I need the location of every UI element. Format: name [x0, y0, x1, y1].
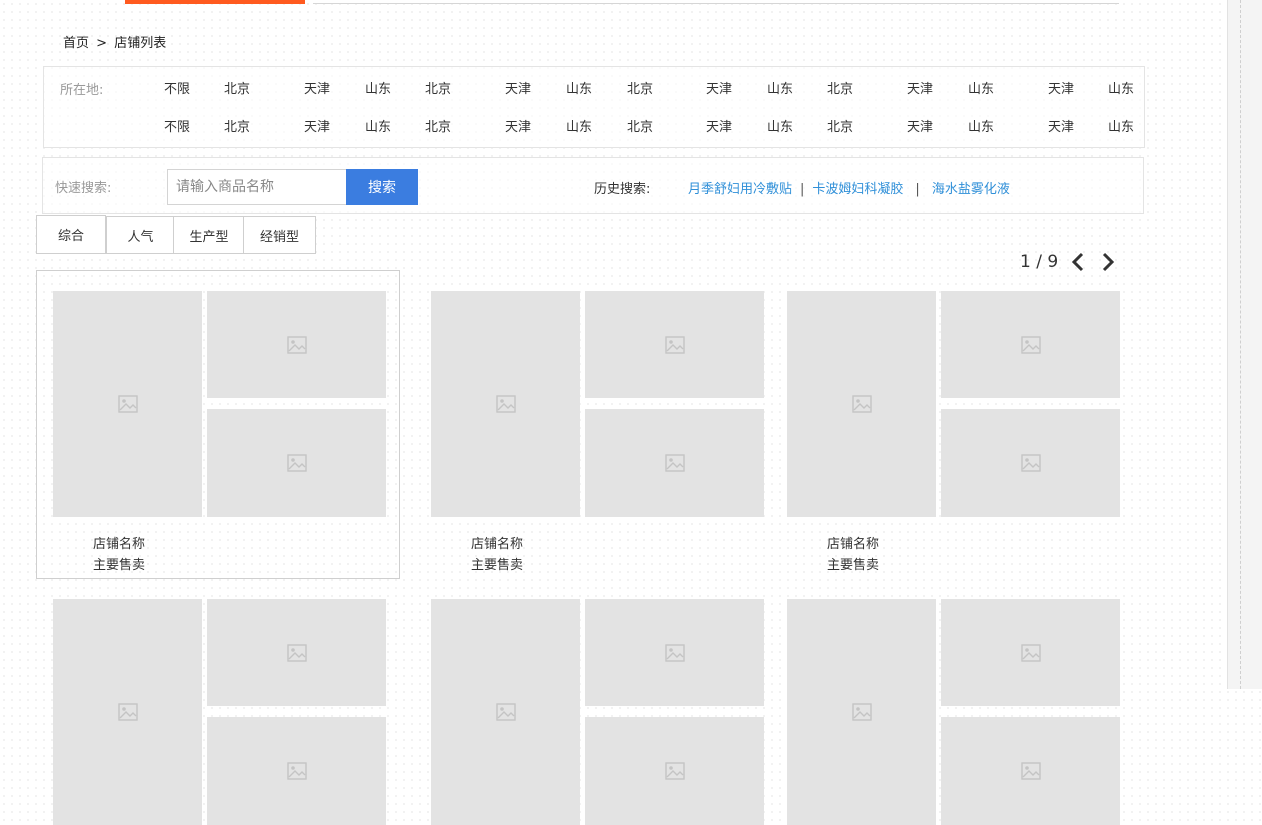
image-placeholder-icon: [851, 703, 872, 721]
shop-thumb-image[interactable]: [207, 717, 386, 825]
shop-name[interactable]: 店铺名称: [827, 533, 879, 552]
breadcrumb-home[interactable]: 首页: [63, 36, 89, 51]
location-option[interactable]: 山东: [365, 78, 391, 97]
location-option[interactable]: 北京: [627, 78, 653, 97]
shop-main-image[interactable]: [431, 599, 580, 825]
shop-thumb-image[interactable]: [585, 291, 764, 398]
location-option[interactable]: 山东: [365, 116, 391, 135]
image-placeholder-icon: [1020, 454, 1041, 472]
search-input[interactable]: [167, 169, 347, 205]
history-search-label: 历史搜索:: [594, 182, 651, 197]
history-link[interactable]: 海水盐雾化液: [932, 182, 1010, 197]
location-row-1: 不限 北京 天津 山东 北京 天津 山东 北京 天津 山东 北京 天津 山东 天津 山东: [44, 78, 1144, 98]
location-option[interactable]: 山东: [1108, 78, 1134, 97]
image-placeholder-icon: [286, 643, 307, 662]
tab-comprehensive[interactable]: 综合: [36, 215, 106, 254]
history-separator: |: [915, 182, 920, 197]
location-row-2: 不限 北京 天津 山东 北京 天津 山东 北京 天津 山东 北京 天津 山东 天津 山东: [44, 116, 1144, 136]
shop-main-image[interactable]: [53, 599, 202, 825]
shop-thumb-image[interactable]: [585, 409, 764, 517]
location-option[interactable]: 山东: [566, 116, 592, 135]
history-link[interactable]: 卡波姆妇科凝胶: [812, 182, 903, 197]
page-indicator: 1 / 9: [1020, 252, 1059, 272]
history-separator: |: [800, 182, 805, 197]
image-placeholder-icon: [664, 454, 685, 472]
shop-thumb-image[interactable]: [941, 599, 1120, 706]
shop-thumb-image[interactable]: [207, 599, 386, 706]
nav-underline: [313, 3, 1119, 4]
location-option[interactable]: 北京: [827, 78, 853, 97]
location-option[interactable]: 北京: [425, 116, 451, 135]
location-option[interactable]: 北京: [627, 116, 653, 135]
page-scrollbar[interactable]: [1227, 0, 1262, 689]
quick-search-bar: 快速搜索: 搜索 历史搜索: 月季舒妇用冷敷贴 | 卡波姆妇科凝胶 | 海水盐雾化液: [42, 157, 1144, 214]
location-option[interactable]: 天津: [907, 78, 933, 97]
active-nav-indicator: [125, 0, 305, 4]
location-option[interactable]: 山东: [566, 78, 592, 97]
shop-thumb-image[interactable]: [941, 409, 1120, 517]
chevron-right-icon[interactable]: [1098, 250, 1118, 274]
image-placeholder-icon: [664, 762, 685, 780]
image-placeholder-icon: [286, 762, 307, 780]
location-option[interactable]: 天津: [907, 116, 933, 135]
location-filter: 所在地: 不限 北京 天津 山东 北京 天津 山东 北京 天津 山东 北京 天津 山东 天津 山东 不限 北京…: [43, 66, 1145, 148]
image-placeholder-icon: [1020, 762, 1041, 780]
chevron-left-icon[interactable]: [1068, 250, 1088, 274]
image-placeholder-icon: [1020, 335, 1041, 354]
tab-popularity[interactable]: 人气: [106, 216, 175, 254]
location-option[interactable]: 天津: [304, 116, 330, 135]
location-option[interactable]: 不限: [164, 78, 190, 97]
scrollbar-divider: [1240, 0, 1241, 689]
tab-distributor[interactable]: 经销型: [243, 216, 316, 254]
location-option[interactable]: 天津: [505, 116, 531, 135]
image-placeholder-icon: [851, 395, 872, 413]
location-option[interactable]: 天津: [505, 78, 531, 97]
location-option[interactable]: 天津: [1048, 78, 1074, 97]
location-option[interactable]: 不限: [164, 116, 190, 135]
image-placeholder-icon: [495, 395, 516, 413]
quick-search-label: 快速搜索:: [55, 181, 112, 196]
location-option[interactable]: 北京: [224, 116, 250, 135]
image-placeholder-icon: [117, 703, 138, 721]
breadcrumb: 首页 > 店铺列表: [63, 32, 166, 51]
shop-card-hover-frame: [36, 270, 400, 579]
tab-manufacturer[interactable]: 生产型: [173, 216, 245, 254]
shop-main-sales: 主要售卖: [827, 558, 880, 573]
location-option[interactable]: 山东: [767, 78, 793, 97]
location-option[interactable]: 山东: [968, 116, 994, 135]
history-link[interactable]: 月季舒妇用冷敷贴: [688, 182, 792, 197]
location-option[interactable]: 北京: [827, 116, 853, 135]
pager: 1 / 9: [1020, 250, 1118, 274]
image-placeholder-icon: [495, 703, 516, 721]
shop-main-sales: 主要售卖: [471, 558, 524, 573]
search-button[interactable]: 搜索: [346, 169, 418, 205]
image-placeholder-icon: [664, 643, 685, 662]
shop-thumb-image[interactable]: [941, 717, 1120, 825]
shop-thumb-image[interactable]: [585, 599, 764, 706]
image-placeholder-icon: [1020, 643, 1041, 662]
shop-name[interactable]: 店铺名称: [471, 533, 523, 552]
location-option[interactable]: 天津: [706, 78, 732, 97]
breadcrumb-separator: >: [96, 36, 108, 51]
image-placeholder-icon: [664, 335, 685, 354]
location-option[interactable]: 天津: [304, 78, 330, 97]
location-option[interactable]: 天津: [1048, 116, 1074, 135]
history-search-links: 月季舒妇用冷敷贴 | 卡波姆妇科凝胶 | 海水盐雾化液: [688, 178, 1010, 197]
location-option[interactable]: 山东: [767, 116, 793, 135]
shop-main-image[interactable]: [431, 291, 580, 517]
shop-thumb-image[interactable]: [941, 291, 1120, 398]
shop-main-image[interactable]: [787, 599, 936, 825]
shop-main-image[interactable]: [787, 291, 936, 517]
location-option[interactable]: 山东: [968, 78, 994, 97]
shop-thumb-image[interactable]: [585, 717, 764, 825]
location-option[interactable]: 北京: [425, 78, 451, 97]
location-option[interactable]: 北京: [224, 78, 250, 97]
breadcrumb-current: 店铺列表: [114, 36, 167, 51]
location-option[interactable]: 天津: [706, 116, 732, 135]
location-option[interactable]: 山东: [1108, 116, 1134, 135]
